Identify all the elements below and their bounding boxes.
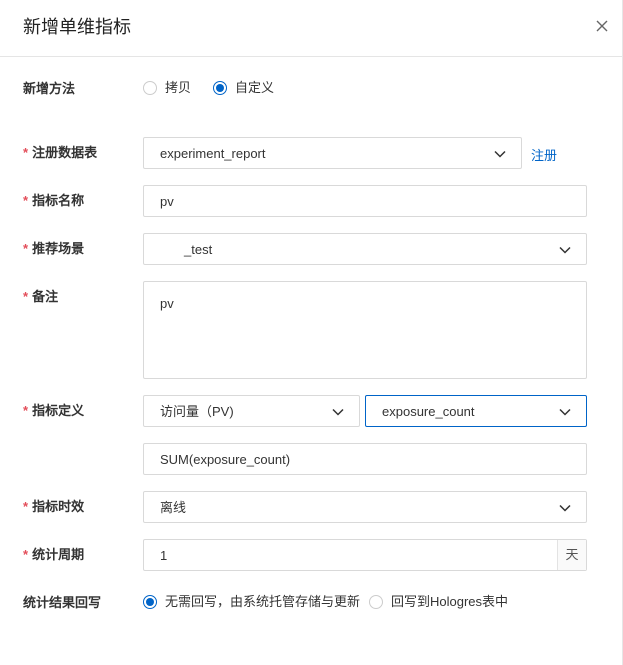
- writeback-option-hologres[interactable]: 回写到Hologres表中: [369, 594, 508, 610]
- required-mark: *: [23, 193, 29, 208]
- dialog-title: 新增单维指标: [23, 17, 131, 37]
- required-mark: *: [23, 547, 29, 562]
- radio-icon: [213, 81, 227, 95]
- period-input[interactable]: 1 天: [143, 539, 587, 571]
- required-mark: *: [23, 241, 29, 256]
- timeliness-select[interactable]: 离线: [143, 491, 587, 523]
- definition-label: * 指标定义: [23, 403, 85, 418]
- field-select[interactable]: exposure_count: [365, 395, 587, 427]
- close-icon[interactable]: [592, 16, 612, 36]
- required-mark: *: [23, 403, 29, 418]
- chevron-down-icon: [559, 504, 571, 512]
- scene-select[interactable]: _test: [143, 233, 587, 265]
- required-mark: *: [23, 289, 29, 304]
- method-label: 新增方法: [23, 81, 76, 96]
- period-unit: 天: [557, 540, 586, 570]
- method-option-copy[interactable]: 拷贝: [143, 80, 191, 96]
- table-label: * 注册数据表: [23, 145, 98, 160]
- chevron-down-icon: [494, 150, 506, 158]
- metric-type-select[interactable]: 访问量（PV): [143, 395, 360, 427]
- expression-input[interactable]: SUM(exposure_count): [143, 443, 587, 475]
- scene-label: * 推荐场景: [23, 241, 85, 256]
- radio-icon: [143, 81, 157, 95]
- writeback-option-managed[interactable]: 无需回写，由系统托管存储与更新: [143, 594, 360, 610]
- name-input[interactable]: pv: [143, 185, 587, 217]
- note-label: * 备注: [23, 289, 59, 304]
- chevron-down-icon: [332, 408, 344, 416]
- timeliness-label: * 指标时效: [23, 499, 85, 514]
- required-mark: *: [23, 145, 29, 160]
- register-link[interactable]: 注册: [531, 145, 557, 164]
- chevron-down-icon: [559, 408, 571, 416]
- name-label: * 指标名称: [23, 193, 85, 208]
- chevron-down-icon: [559, 246, 571, 254]
- dialog-header: 新增单维指标: [0, 0, 622, 57]
- radio-icon: [143, 595, 157, 609]
- method-option-custom[interactable]: 自定义: [213, 80, 274, 96]
- writeback-label: 统计结果回写: [23, 595, 102, 610]
- table-select[interactable]: experiment_report: [143, 137, 522, 169]
- note-textarea[interactable]: pv: [143, 281, 587, 379]
- add-metric-dialog: 新增单维指标 新增方法 拷贝 自定义 * 注册数据表 experiment_rep…: [0, 0, 623, 665]
- required-mark: *: [23, 499, 29, 514]
- period-label: * 统计周期: [23, 547, 85, 562]
- radio-icon: [369, 595, 383, 609]
